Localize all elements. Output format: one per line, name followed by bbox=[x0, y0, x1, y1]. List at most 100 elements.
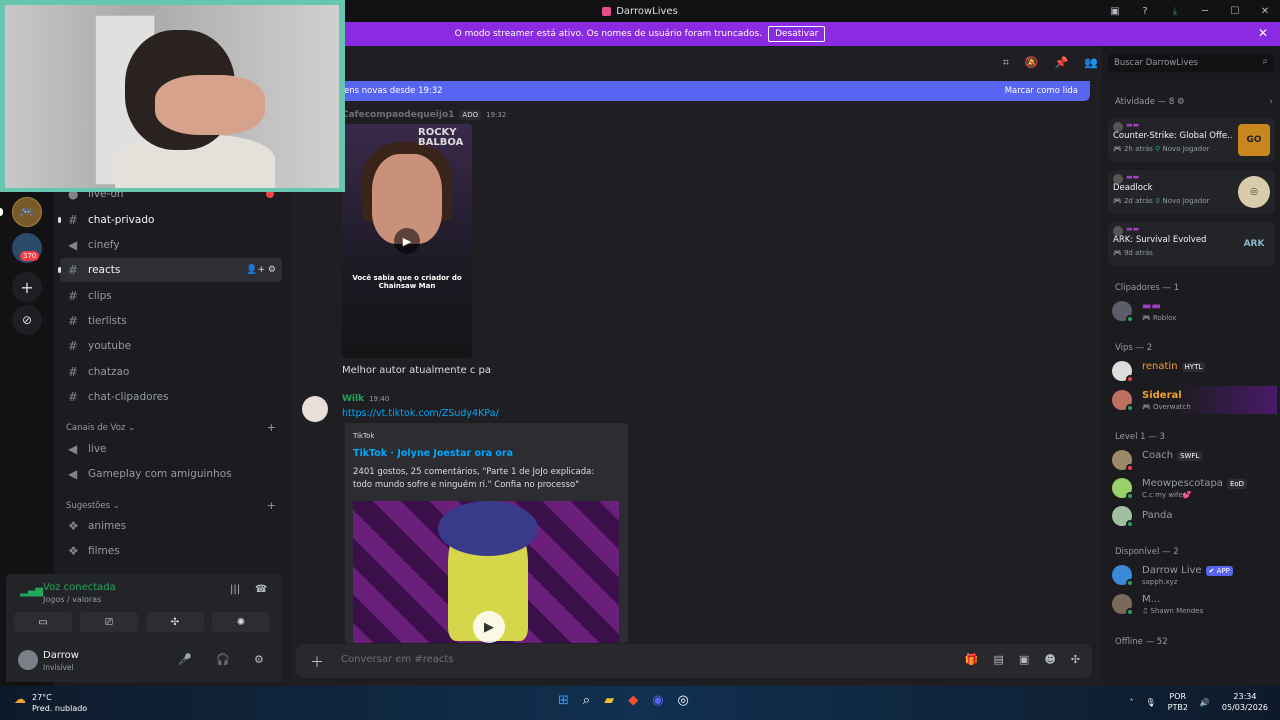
sticker-icon[interactable]: ▣ bbox=[1019, 653, 1029, 666]
member-item[interactable]: Coach SWFL bbox=[1112, 446, 1277, 474]
voice-category[interactable]: Canais de Voz ⌄ + bbox=[66, 421, 276, 434]
member-item[interactable]: renatin HYTL bbox=[1112, 357, 1277, 385]
mark-read-button[interactable]: Marcar como lida bbox=[1005, 86, 1078, 96]
channel-clips[interactable]: # clips bbox=[60, 284, 282, 308]
add-server-icon[interactable]: + bbox=[12, 272, 42, 302]
member-item[interactable]: ▬▬ 🎮 Roblox bbox=[1112, 297, 1277, 325]
channel-reacts[interactable]: # reacts 👤+ ⚙ bbox=[58, 258, 282, 282]
message-author[interactable]: Cafecompaodequeijo1 bbox=[342, 110, 454, 120]
explore-icon[interactable]: ⊘ bbox=[12, 305, 42, 335]
channel-label: Gameplay com amiguinhos bbox=[88, 468, 232, 480]
mute-icon[interactable]: 🎤 bbox=[178, 653, 192, 666]
play-icon[interactable]: ▶ bbox=[473, 611, 505, 643]
attach-icon[interactable]: ＋ bbox=[310, 652, 324, 672]
camera-button[interactable]: ▭ bbox=[14, 612, 72, 632]
streamer-banner-text: O modo streamer está ativo. Os nomes de … bbox=[454, 29, 763, 39]
weather-widget[interactable]: ☁ 27°C Pred. nublado bbox=[14, 692, 87, 714]
voice-channel-gameplay[interactable]: ◀ Gameplay com amiguinhos bbox=[60, 462, 282, 486]
obs-icon[interactable]: ◎ bbox=[678, 693, 689, 708]
windows-start-icon[interactable]: ⊞ bbox=[558, 693, 569, 708]
member-item[interactable]: Meowpescotapa EoD C.c my wife💕 bbox=[1112, 474, 1277, 502]
channel-chat-clipadores[interactable]: # chat-clipadores bbox=[60, 385, 282, 409]
embed-thumbnail[interactable]: ▶ bbox=[353, 501, 619, 643]
clock[interactable]: 23:34 05/03/2026 bbox=[1222, 691, 1268, 713]
activities-button[interactable]: ✣ bbox=[146, 612, 204, 632]
disconnect-icon[interactable]: ☎ bbox=[255, 584, 267, 595]
maximize-button[interactable]: ☐ bbox=[1220, 0, 1250, 22]
tray-overflow-icon[interactable]: ˄ bbox=[1129, 698, 1133, 707]
new-messages-bar[interactable]: ens novas desde 19:32 Marcar como lida bbox=[340, 81, 1090, 101]
member-item[interactable]: Darrow Live ✔ APP sapph.xyz bbox=[1112, 561, 1277, 589]
suggestions-category[interactable]: Sugestões ⌄ + bbox=[66, 499, 276, 512]
avatar[interactable] bbox=[18, 650, 38, 670]
message-author[interactable]: Wilk bbox=[342, 394, 364, 404]
gift-icon[interactable]: 🎁 bbox=[965, 653, 979, 666]
close-banner-icon[interactable]: ✕ bbox=[1258, 26, 1268, 40]
members-icon[interactable]: 👥 bbox=[1084, 56, 1098, 70]
channel-cinefy[interactable]: ◀ cinefy bbox=[60, 233, 282, 257]
pin-icon[interactable]: 📌 bbox=[1055, 56, 1069, 70]
username[interactable]: Darrow bbox=[43, 650, 79, 661]
channel-animes[interactable]: ❖ animes bbox=[60, 514, 282, 538]
channel-chat-privado[interactable]: # chat-privado bbox=[58, 208, 282, 232]
play-icon[interactable]: ▶ bbox=[394, 228, 420, 254]
deafen-icon[interactable]: 🎧 bbox=[216, 653, 230, 666]
voice-channel-live[interactable]: ◀ live bbox=[60, 437, 282, 461]
channel-settings-icons[interactable]: 👤+ ⚙ bbox=[246, 265, 276, 275]
game-name: ARK: Survival Evolved bbox=[1113, 235, 1207, 245]
game-thumbnail: ARK bbox=[1238, 228, 1270, 260]
server-icon[interactable]: 🎮 bbox=[12, 197, 42, 227]
inbox-icon[interactable]: ▣ bbox=[1100, 0, 1130, 22]
brave-browser-icon[interactable]: ◆ bbox=[628, 693, 638, 708]
discord-icon[interactable]: ◉ bbox=[652, 693, 663, 708]
minimize-button[interactable]: ─ bbox=[1190, 0, 1220, 22]
activity-card[interactable]: ▬▬ Counter-Strike: Global Offe... 🎮 2h a… bbox=[1108, 118, 1275, 162]
noise-suppression-icon[interactable]: ||| bbox=[230, 584, 240, 595]
volume-icon[interactable]: 🔊 bbox=[1200, 698, 1210, 707]
video-attachment[interactable]: ROCKY BALBOA ▶ Você sabia que o criador … bbox=[342, 124, 472, 358]
search-input[interactable]: Buscar DarrowLives ⌕ bbox=[1108, 54, 1274, 72]
hash-icon: # bbox=[68, 390, 79, 404]
help-icon[interactable]: ? bbox=[1130, 0, 1160, 22]
channel-label: youtube bbox=[88, 340, 132, 352]
chevron-right-icon[interactable]: › bbox=[1270, 97, 1273, 107]
microphone-icon[interactable]: 🎙 bbox=[1145, 698, 1155, 707]
emoji-icon[interactable]: ☻ bbox=[1044, 653, 1055, 666]
message-input[interactable]: Conversar em #reacts bbox=[341, 654, 454, 665]
member-item[interactable]: Panda bbox=[1112, 502, 1277, 530]
member-activity: ♫ Shawn Mendes bbox=[1142, 607, 1204, 615]
add-channel-icon[interactable]: + bbox=[267, 499, 276, 512]
settings-gear-icon[interactable]: ⚙ bbox=[254, 653, 264, 666]
embed-title[interactable]: TikTok · Jolyne Joestar ora ora bbox=[353, 448, 513, 459]
apps-icon[interactable]: ✣ bbox=[1071, 653, 1080, 666]
channel-chatzao[interactable]: # chatzao bbox=[60, 360, 282, 384]
member-name: M... bbox=[1142, 594, 1161, 605]
member-item[interactable]: M... ♫ Shawn Mendes bbox=[1112, 590, 1277, 618]
voice-status[interactable]: Voz conectada bbox=[43, 582, 116, 593]
language-indicator[interactable]: POR PTB2 bbox=[1168, 691, 1188, 713]
threads-icon[interactable]: ⌗ bbox=[1003, 56, 1009, 70]
avatar[interactable] bbox=[302, 396, 328, 422]
download-icon[interactable]: ⤓ bbox=[1160, 0, 1190, 22]
game-thumbnail: ◎ bbox=[1238, 176, 1270, 208]
close-window-button[interactable]: ✕ bbox=[1250, 0, 1280, 22]
channel-filmes[interactable]: ❖ filmes bbox=[60, 539, 282, 563]
status-dot bbox=[1126, 375, 1134, 383]
screen-share-button[interactable]: ⎚ bbox=[80, 612, 138, 632]
disable-streamer-button[interactable]: Desativar bbox=[768, 26, 826, 42]
soundboard-button[interactable]: ✺ bbox=[212, 612, 270, 632]
channel-label: reacts bbox=[88, 264, 121, 276]
voice-channel-name[interactable]: Jogos / valoras bbox=[43, 595, 101, 604]
activity-card[interactable]: ▬▬ Deadlock 🎮 2d atrás ⚲ Novo Jogador ◎ bbox=[1108, 170, 1275, 214]
message-link[interactable]: https://vt.tiktok.com/ZSudy4KPa/ bbox=[342, 408, 499, 419]
channel-tierlists[interactable]: # tierlists bbox=[60, 309, 282, 333]
add-channel-icon[interactable]: + bbox=[267, 421, 276, 434]
notifications-icon[interactable]: 🔕 bbox=[1025, 56, 1039, 70]
channel-youtube[interactable]: # youtube bbox=[60, 334, 282, 358]
file-explorer-icon[interactable]: ▰ bbox=[604, 693, 614, 708]
search-icon[interactable]: ⌕ bbox=[583, 693, 590, 708]
server-folder-icon[interactable]: 370 bbox=[12, 233, 42, 263]
member-item[interactable]: Sideral 🎮 Overwatch bbox=[1112, 386, 1277, 414]
gif-icon[interactable]: ▤ bbox=[994, 653, 1004, 666]
activity-card[interactable]: ▬▬ ARK: Survival Evolved 🎮 9d atrás ARK bbox=[1108, 222, 1275, 266]
